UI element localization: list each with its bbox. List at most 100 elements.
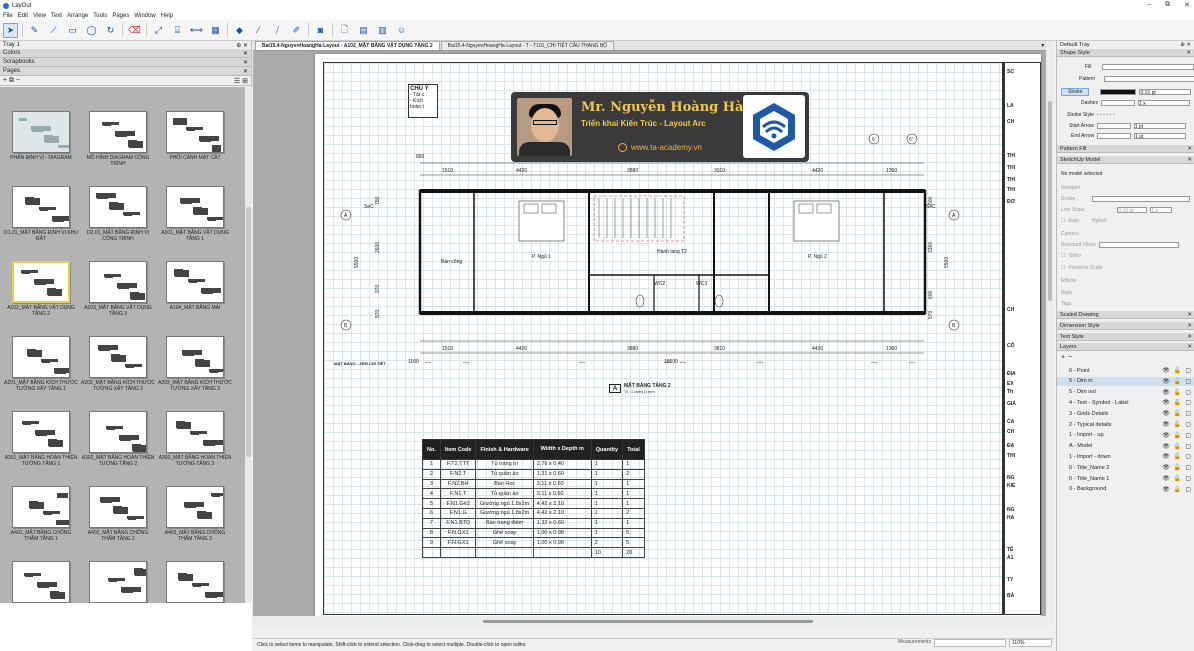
- minimize-button[interactable]: –: [1147, 1, 1151, 9]
- line-tool-icon[interactable]: ⟋: [46, 23, 61, 38]
- page-thumbnail[interactable]: [81, 561, 155, 603]
- page-thumbnail[interactable]: A403_MẶT BẰNG CHỐNG THẤM TẦNG 3: [158, 486, 232, 542]
- measurements-input[interactable]: [934, 639, 1006, 647]
- lock-icon[interactable]: 🔓: [1174, 399, 1181, 406]
- eye-icon[interactable]: 👁: [1162, 367, 1170, 374]
- list-view-icon[interactable]: ☰: [234, 78, 240, 85]
- menu-tools[interactable]: Tools: [93, 13, 107, 19]
- lock-icon[interactable]: 🔓: [1174, 367, 1181, 374]
- hybrid-select[interactable]: Hybrid: [1092, 218, 1106, 224]
- eraser-tool-icon[interactable]: ⌫: [127, 23, 142, 38]
- end-arrow-select[interactable]: [1097, 133, 1132, 139]
- page-thumbnail[interactable]: D1.01_MẶT BẰNG ĐỊNH VỊ KHU ĐẤT: [4, 186, 78, 242]
- scene-select[interactable]: [1092, 196, 1191, 202]
- layer-row[interactable]: 2 - Typical details 👁 🔓 ▢: [1057, 420, 1194, 429]
- circle-tool-icon[interactable]: ◯: [84, 23, 99, 38]
- close-icon[interactable]: ✕: [1187, 344, 1192, 350]
- sample-tool-icon[interactable]: ⁄: [251, 23, 266, 38]
- dimension-style-section[interactable]: Dimension Style ✕: [1057, 322, 1194, 330]
- duplicate-page-icon[interactable]: ⧉: [9, 77, 14, 84]
- title-block[interactable]: SC LA CH THI THI THI THI ĐƠ CH CÔ ĐỊA EX Th GIÁ CA CH ĐẠ…: [1003, 62, 1041, 615]
- document-2-icon[interactable]: ▥: [375, 23, 390, 38]
- layer-row[interactable]: 5 - Dim out 👁 🔓 ▢: [1057, 388, 1194, 397]
- eye-icon[interactable]: 👁: [1162, 410, 1170, 417]
- menu-edit[interactable]: Edit: [18, 13, 28, 19]
- stroke-cap-icons[interactable]: ▫ ▫ ▫ ▫ ▫ ▫: [1097, 112, 1115, 118]
- layer-row[interactable]: A - Model 👁 🔓 ▢: [1057, 442, 1194, 451]
- label-tool-icon[interactable]: ⌸: [170, 23, 185, 38]
- page-thumbnail[interactable]: MÔ HÌNH DIAGRAM CÔNG TRÌNH: [81, 111, 155, 167]
- layer-row[interactable]: 1 - Import - down 👁 🔓 ▢: [1057, 452, 1194, 461]
- eye-icon[interactable]: 👁: [1162, 486, 1170, 493]
- sketchup-model-section[interactable]: SketchUp Model ✕: [1057, 156, 1194, 164]
- layer-page-icon[interactable]: ▢: [1185, 389, 1191, 396]
- page-thumbnail[interactable]: [4, 561, 78, 603]
- colors-section[interactable]: Colors ✕: [0, 49, 251, 58]
- close-icon[interactable]: ✕: [1187, 146, 1192, 152]
- layer-page-icon[interactable]: ▢: [1185, 475, 1191, 482]
- close-icon[interactable]: ✕: [1186, 50, 1191, 56]
- dimension-tool-icon[interactable]: ⟷: [189, 23, 204, 38]
- lock-icon[interactable]: 🔓: [1174, 486, 1181, 493]
- page-thumbnail[interactable]: A202_MẶT BẰNG KÍCH THƯỚC TƯỜNG XÂY TẦNG …: [81, 336, 155, 392]
- layer-row[interactable]: 0 - Title_Name 1 👁 🔓 ▢: [1057, 474, 1194, 483]
- layer-row[interactable]: 0 - Background 👁 🔓 ▢: [1057, 485, 1194, 494]
- tab-t101[interactable]: Bai15.4-NguyenHoangHa-Layout - T - T101_…: [440, 41, 615, 50]
- pattern-fill-section[interactable]: Pattern Fill ✕: [1057, 145, 1194, 153]
- h-scroll-thumb[interactable]: [483, 620, 813, 623]
- close-icon[interactable]: ✕: [1187, 312, 1192, 318]
- menu-arrange[interactable]: Arrange: [67, 13, 88, 19]
- page-thumbnail[interactable]: PHỐI CẢNH MẶT CẮT: [158, 111, 232, 161]
- menu-help[interactable]: Help: [161, 13, 173, 19]
- page-thumbnail[interactable]: A402_MẶT BẰNG CHỐNG THẤM TẦNG 2: [81, 486, 155, 542]
- vertical-scrollbar[interactable]: [1046, 41, 1054, 626]
- eye-icon[interactable]: 👁: [1162, 421, 1170, 428]
- lock-icon[interactable]: 🔓: [1174, 464, 1181, 471]
- eye-icon[interactable]: 👁: [1162, 399, 1170, 406]
- lock-icon[interactable]: 🔓: [1174, 475, 1181, 482]
- add-layer-icon[interactable]: +: [1061, 354, 1065, 361]
- tray-pin-icon[interactable]: ⊕ ✕: [236, 42, 248, 49]
- eye-icon[interactable]: 👁: [1162, 378, 1170, 385]
- close-icon[interactable]: ✕: [243, 59, 248, 66]
- document-icon[interactable]: ▤: [356, 23, 371, 38]
- lock-icon[interactable]: 🔓: [1174, 378, 1181, 385]
- preserve-scale-checkbox[interactable]: ☐: [1061, 265, 1065, 271]
- layers-section[interactable]: Layers ✕: [1057, 343, 1194, 351]
- layer-row[interactable]: 4 - Text - Symbol - Label 👁 🔓 ▢: [1057, 398, 1194, 407]
- line-scale-input[interactable]: 0.10 pt: [1117, 207, 1148, 214]
- start-arrow-select[interactable]: [1096, 123, 1131, 129]
- page-thumbnail[interactable]: A302_MẶT BẰNG HOÀN THIỆN TƯỜNG TẦNG 2: [81, 411, 155, 467]
- text-style-section[interactable]: Text Style ✕: [1057, 333, 1194, 341]
- style-tool-icon[interactable]: ◆: [232, 23, 247, 38]
- lock-icon[interactable]: 🔓: [1174, 421, 1181, 428]
- style-row[interactable]: Style: [1061, 290, 1072, 296]
- eye-icon[interactable]: 👁: [1162, 443, 1170, 450]
- paint-tool-icon[interactable]: ✐: [289, 23, 304, 38]
- layer-page-icon[interactable]: ▢: [1185, 399, 1191, 406]
- page-thumbnail[interactable]: A203_MẶT BẰNG KÍCH THƯỚC TƯỜNG XÂY TẦNG …: [158, 336, 232, 392]
- restore-button[interactable]: ⧉: [1165, 1, 1170, 9]
- page-thumbnail[interactable]: A303_MẶT BẰNG HOÀN THIỆN TƯỜNG TẦNG 3: [158, 411, 232, 467]
- dash-pattern[interactable]: [1100, 100, 1135, 106]
- page-thumbnail[interactable]: D2.01_MẶT BẰNG ĐỊNH VỊ CÔNG TRÌNH: [81, 186, 155, 242]
- plan-title-block[interactable]: A MẶT BẰNG TẦNG 2 TL: 1 over(1) mm: [609, 383, 671, 394]
- page-thumbnail[interactable]: A103_MẶT BẰNG VẬT DỤNG TẦNG 3: [81, 261, 155, 317]
- fill-swatch[interactable]: [1102, 64, 1194, 70]
- pattern-swatch[interactable]: [1104, 76, 1194, 82]
- page-thumbnail[interactable]: A301_MẶT BẰNG HOÀN THIỆN TƯỜNG TẦNG 1: [4, 411, 78, 467]
- user-tool-icon[interactable]: ☺: [394, 23, 409, 38]
- menu-view[interactable]: View: [33, 13, 46, 19]
- grid-view-icon[interactable]: ⊞: [242, 78, 248, 85]
- pages-section[interactable]: Pages ✕: [0, 67, 251, 76]
- screen-tool-icon[interactable]: ◙: [313, 23, 328, 38]
- pencil-tool-icon[interactable]: ✎: [27, 23, 42, 38]
- stroke-color[interactable]: [1100, 89, 1137, 95]
- stroke-toggle[interactable]: Stroke: [1061, 88, 1090, 96]
- lock-icon[interactable]: 🔓: [1174, 453, 1181, 460]
- layer-page-icon[interactable]: ▢: [1185, 486, 1191, 493]
- remove-page-icon[interactable]: −: [16, 77, 20, 84]
- layer-page-icon[interactable]: ▢: [1185, 367, 1191, 374]
- tags-row[interactable]: Tags: [1061, 301, 1072, 307]
- rectangle-tool-icon[interactable]: ▭: [65, 23, 80, 38]
